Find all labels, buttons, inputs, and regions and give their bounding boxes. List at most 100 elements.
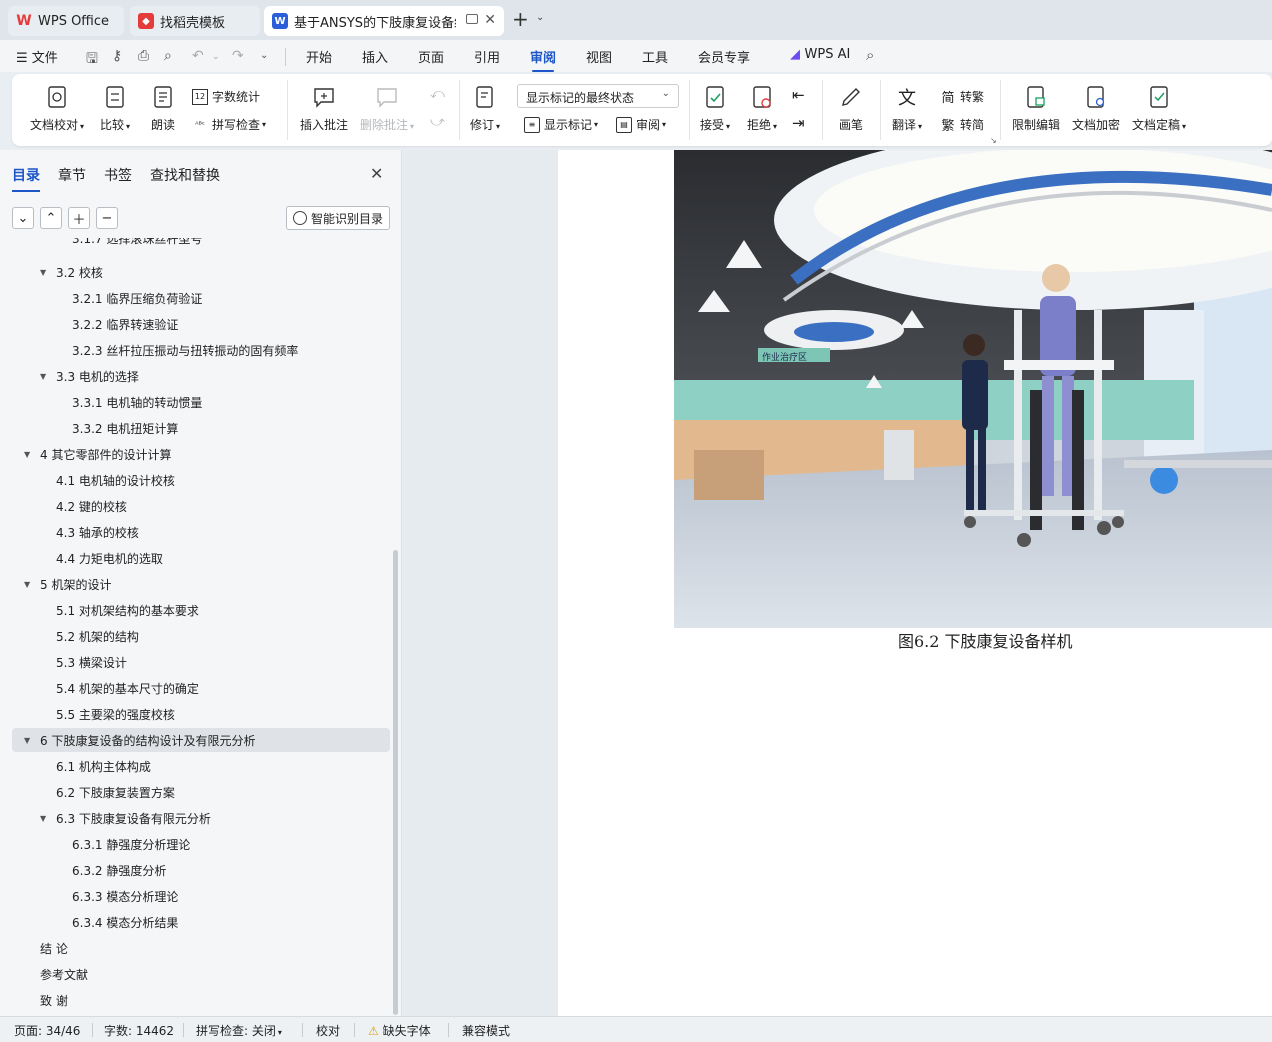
toc-item[interactable]: 6.2 下肢康复装置方案 bbox=[12, 780, 390, 804]
toc-item[interactable]: 5.4 机架的基本尺寸的确定 bbox=[12, 676, 390, 700]
collapse-arrow-icon[interactable]: ▼ bbox=[40, 372, 50, 381]
undo-icon[interactable]: ↶ bbox=[192, 48, 204, 64]
close-tab-icon[interactable]: ✕ bbox=[484, 12, 496, 28]
menu-home[interactable]: 开始 bbox=[306, 47, 332, 66]
search-icon[interactable]: ⌕ bbox=[866, 46, 874, 64]
nav-tab-toc[interactable]: 目录 bbox=[12, 165, 40, 192]
review-pane-button[interactable]: ▤ 审阅 ▾ bbox=[616, 116, 666, 133]
spell-check-button[interactable]: ᴬᴮᶜ 拼写检查 ▾ bbox=[192, 116, 266, 133]
toc-item[interactable]: 6.3.1 静强度分析理论 bbox=[12, 832, 390, 856]
toc-item[interactable]: ▼ 4 其它零部件的设计计算 bbox=[12, 442, 390, 466]
toc-item[interactable]: 参考文献 bbox=[12, 962, 390, 986]
toc-item[interactable]: 结 论 bbox=[12, 936, 390, 960]
demote-button[interactable]: − bbox=[96, 207, 118, 229]
smart-toc-button[interactable]: 智能识别目录 bbox=[286, 206, 390, 230]
toc-item[interactable]: 4.1 电机轴的设计校核 bbox=[12, 468, 390, 492]
toc-item[interactable]: 3.2.2 临界转速验证 bbox=[12, 312, 390, 336]
promote-button[interactable]: ＋ bbox=[68, 207, 90, 229]
toc-item[interactable]: 6.3.3 模态分析理论 bbox=[12, 884, 390, 908]
toc-item[interactable]: 3.3.1 电机轴的转动惯量 bbox=[12, 390, 390, 414]
toc-item[interactable]: 5.5 主要梁的强度校核 bbox=[12, 702, 390, 726]
tab-docer-templates[interactable]: ◆ 找稻壳模板 bbox=[130, 6, 260, 36]
nav-tab-sections[interactable]: 章节 bbox=[58, 165, 86, 185]
collapse-all-button[interactable]: ⌃ bbox=[40, 207, 62, 229]
menu-tools[interactable]: 工具 bbox=[642, 47, 668, 66]
toc-item[interactable]: ▼ 6.3 下肢康复设备有限元分析 bbox=[12, 806, 390, 830]
to-simplified-button[interactable]: 繁 转简 bbox=[940, 116, 984, 134]
undo-dropdown-icon[interactable]: ⌄ bbox=[212, 52, 220, 62]
toc-item[interactable]: ▼ 3.2 校核 bbox=[12, 260, 390, 284]
accept-button[interactable]: 接受 ▾ bbox=[700, 84, 730, 133]
encrypt-document-button[interactable]: 文档加密 bbox=[1072, 84, 1120, 133]
nav-tab-find-replace[interactable]: 查找和替换 bbox=[150, 165, 220, 185]
reject-button[interactable]: 拒绝 ▾ bbox=[747, 84, 777, 133]
missing-font-status[interactable]: ⚠ 缺失字体 bbox=[368, 1022, 431, 1039]
file-menu[interactable]: ☰ 文件 bbox=[16, 47, 58, 66]
restrict-editing-button[interactable]: 限制编辑 bbox=[1012, 84, 1060, 133]
toc-item[interactable]: 3.1.7 选择滚珠丝杆型号 bbox=[12, 238, 390, 250]
insert-comment-button[interactable]: 插入批注 bbox=[300, 84, 348, 133]
menu-review[interactable]: 审阅 bbox=[530, 47, 556, 72]
next-comment-icon[interactable]: ⤻ bbox=[430, 114, 445, 130]
close-icon[interactable]: ✕ bbox=[370, 164, 383, 183]
finalize-document-button[interactable]: 文档定稿 ▾ bbox=[1132, 84, 1186, 133]
toc-item[interactable]: 3.2.1 临界压缩负荷验证 bbox=[12, 286, 390, 310]
delete-comment-button[interactable]: 删除批注 ▾ bbox=[360, 84, 414, 133]
document-page[interactable]: 作业治疗区 图6.2 下肢康复设备样机 bbox=[558, 150, 1272, 1016]
customize-dropdown-icon[interactable]: ⌄ bbox=[260, 50, 268, 61]
markup-state-select[interactable]: 显示标记的最终状态 ⌄ bbox=[517, 84, 679, 108]
wps-ai-button[interactable]: ◢ WPS AI bbox=[790, 47, 850, 62]
collapse-arrow-icon[interactable]: ▼ bbox=[40, 814, 50, 823]
to-traditional-button[interactable]: 简 转繁 bbox=[940, 88, 984, 106]
translate-button[interactable]: 文 翻译 ▾ bbox=[892, 84, 922, 133]
toc-item[interactable]: ▼ 6 下肢康复设备的结构设计及有限元分析 bbox=[12, 728, 390, 752]
collapse-arrow-icon[interactable]: ▼ bbox=[24, 580, 34, 589]
toc-item[interactable]: ▼ 3.3 电机的选择 bbox=[12, 364, 390, 388]
menu-view[interactable]: 视图 bbox=[586, 47, 612, 66]
menu-membership[interactable]: 会员专享 bbox=[698, 47, 750, 66]
next-change-icon[interactable]: ⇥ bbox=[792, 114, 805, 132]
nav-tab-bookmarks[interactable]: 书签 bbox=[104, 165, 132, 185]
print-icon[interactable]: ⎙ bbox=[138, 48, 149, 64]
chevron-down-icon[interactable]: ⌄ bbox=[536, 12, 544, 23]
toc-item[interactable]: 6.1 机构主体构成 bbox=[12, 754, 390, 778]
menu-references[interactable]: 引用 bbox=[474, 47, 500, 66]
show-markup-button[interactable]: ≡ 显示标记 ▾ bbox=[524, 116, 598, 133]
toc-item[interactable]: 3.2.3 丝杆拉压振动与扭转振动的固有频率 bbox=[12, 338, 390, 362]
monitor-icon[interactable] bbox=[466, 14, 478, 24]
toc-item[interactable]: 6.3.4 模态分析结果 bbox=[12, 910, 390, 934]
tab-document[interactable]: W 基于ANSYS的下肢康复设备结构设计及有限元分析 ✕ bbox=[264, 6, 504, 36]
toc-item[interactable]: 5.2 机架的结构 bbox=[12, 624, 390, 648]
tab-wps-office[interactable]: W WPS Office bbox=[8, 6, 124, 36]
toc-item[interactable]: 4.4 力矩电机的选取 bbox=[12, 546, 390, 570]
track-changes-button[interactable]: 修订 ▾ bbox=[470, 84, 500, 133]
print-preview-icon[interactable]: ⌕ bbox=[164, 48, 172, 64]
read-aloud-button[interactable]: 朗读 bbox=[150, 84, 176, 133]
redo-icon[interactable]: ↷ bbox=[232, 48, 244, 64]
collapse-arrow-icon[interactable]: ▼ bbox=[40, 268, 50, 277]
proofread-button[interactable]: 文档校对 ▾ bbox=[30, 84, 84, 133]
new-tab-button[interactable]: + bbox=[512, 9, 529, 29]
key-icon[interactable]: ⚷ bbox=[112, 48, 122, 64]
collapse-arrow-icon[interactable]: ▼ bbox=[24, 450, 34, 459]
menu-insert[interactable]: 插入 bbox=[362, 47, 388, 66]
word-count-button[interactable]: 12 字数统计 bbox=[192, 88, 260, 105]
nav-scrollbar[interactable] bbox=[393, 550, 398, 1015]
spell-check-status[interactable]: 拼写检查: 关闭 ▾ bbox=[196, 1022, 282, 1039]
toc-item[interactable]: 6.3.2 静强度分析 bbox=[12, 858, 390, 882]
page-indicator[interactable]: 页面: 34/46 bbox=[14, 1022, 80, 1039]
toc-item[interactable]: 4.2 键的校核 bbox=[12, 494, 390, 518]
toc-item[interactable]: ▼ 5 机架的设计 bbox=[12, 572, 390, 596]
proofread-status[interactable]: 校对 bbox=[316, 1022, 340, 1039]
toc-item[interactable]: 5.1 对机架结构的基本要求 bbox=[12, 598, 390, 622]
previous-comment-icon[interactable]: ⤺ bbox=[430, 86, 445, 102]
save-icon[interactable]: 🖫 bbox=[86, 48, 98, 72]
expand-all-button[interactable]: ⌄ bbox=[12, 207, 34, 229]
menu-page[interactable]: 页面 bbox=[418, 47, 444, 66]
toc-item[interactable]: 5.3 横梁设计 bbox=[12, 650, 390, 674]
collapse-arrow-icon[interactable]: ▼ bbox=[24, 736, 34, 745]
word-count-status[interactable]: 字数: 14462 bbox=[104, 1022, 174, 1039]
previous-change-icon[interactable]: ⇤ bbox=[792, 86, 805, 104]
toc-item[interactable]: 3.3.2 电机扭矩计算 bbox=[12, 416, 390, 440]
compare-button[interactable]: 比较 ▾ bbox=[100, 84, 130, 133]
